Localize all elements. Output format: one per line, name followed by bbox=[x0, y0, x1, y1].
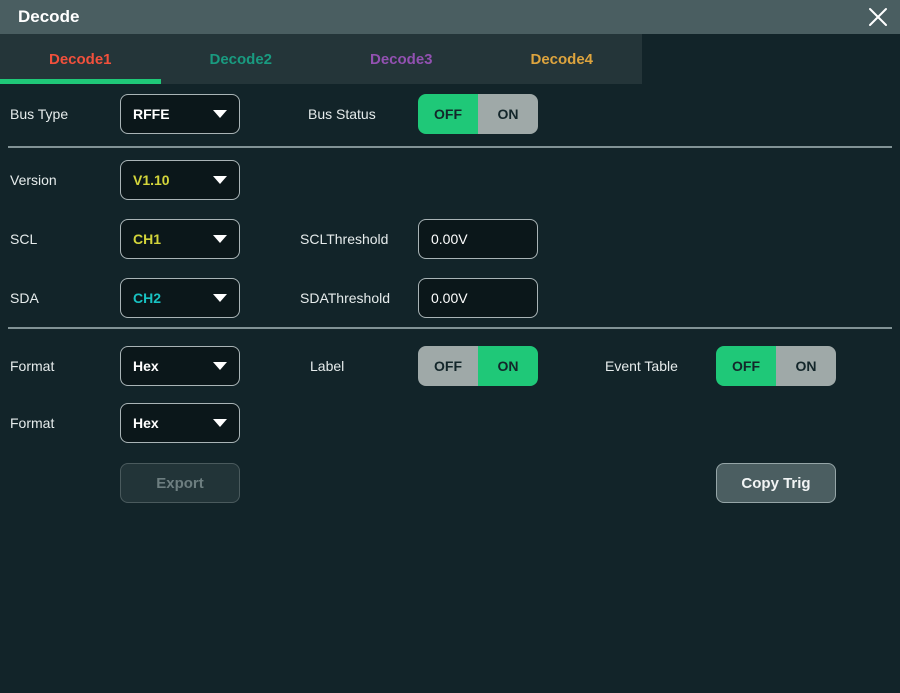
scl-value: CH1 bbox=[133, 231, 161, 247]
label-toggle-label: Label bbox=[310, 346, 344, 386]
version-value: V1.10 bbox=[133, 172, 170, 188]
scl-threshold-label: SCLThreshold bbox=[300, 219, 388, 259]
dialog-title: Decode bbox=[18, 0, 79, 34]
chevron-down-icon bbox=[213, 235, 227, 243]
event-table-label: Event Table bbox=[605, 346, 678, 386]
export-button[interactable]: Export bbox=[120, 463, 240, 503]
sda-value: CH2 bbox=[133, 290, 161, 306]
label-toggle-off[interactable]: OFF bbox=[418, 346, 478, 386]
chevron-down-icon bbox=[213, 419, 227, 427]
bus-type-dropdown[interactable]: RFFE bbox=[120, 94, 240, 134]
bus-status-toggle: OFF ON bbox=[418, 94, 538, 134]
version-label: Version bbox=[10, 160, 57, 200]
tab-decode4[interactable]: Decode4 bbox=[482, 34, 643, 84]
divider bbox=[8, 146, 892, 148]
version-dropdown[interactable]: V1.10 bbox=[120, 160, 240, 200]
sda-threshold-input[interactable] bbox=[418, 278, 538, 318]
tab-decode1-label: Decode1 bbox=[49, 51, 112, 68]
tab-decode2[interactable]: Decode2 bbox=[161, 34, 322, 84]
scl-threshold-input[interactable] bbox=[418, 219, 538, 259]
format-value: Hex bbox=[133, 358, 159, 374]
bus-status-toggle-on[interactable]: ON bbox=[478, 94, 538, 134]
active-tab-underline bbox=[0, 79, 161, 84]
tab-decode3[interactable]: Decode3 bbox=[321, 34, 482, 84]
decode-dialog: Decode Decode1 Decode2 Decode3 Decode4 B… bbox=[0, 0, 900, 693]
bus-type-value: RFFE bbox=[133, 106, 170, 122]
scl-label: SCL bbox=[10, 219, 37, 259]
tab-decode2-label: Decode2 bbox=[209, 51, 272, 68]
format-label: Format bbox=[10, 346, 54, 386]
copy-trig-button[interactable]: Copy Trig bbox=[716, 463, 836, 503]
titlebar: Decode bbox=[0, 0, 900, 34]
sda-dropdown[interactable]: CH2 bbox=[120, 278, 240, 318]
event-table-toggle-on[interactable]: ON bbox=[776, 346, 836, 386]
bus-type-label: Bus Type bbox=[10, 94, 68, 134]
chevron-down-icon bbox=[213, 176, 227, 184]
divider bbox=[8, 327, 892, 329]
tab-decode1[interactable]: Decode1 bbox=[0, 34, 161, 84]
event-table-toggle-off[interactable]: OFF bbox=[716, 346, 776, 386]
chevron-down-icon bbox=[213, 294, 227, 302]
format2-label: Format bbox=[10, 403, 54, 443]
bus-status-label: Bus Status bbox=[308, 94, 376, 134]
format2-dropdown[interactable]: Hex bbox=[120, 403, 240, 443]
label-toggle: OFF ON bbox=[418, 346, 538, 386]
event-table-toggle: OFF ON bbox=[716, 346, 836, 386]
bus-status-toggle-off[interactable]: OFF bbox=[418, 94, 478, 134]
close-icon[interactable] bbox=[864, 3, 892, 31]
format-dropdown[interactable]: Hex bbox=[120, 346, 240, 386]
scl-dropdown[interactable]: CH1 bbox=[120, 219, 240, 259]
label-toggle-on[interactable]: ON bbox=[478, 346, 538, 386]
tab-decode4-label: Decode4 bbox=[530, 51, 593, 68]
format2-value: Hex bbox=[133, 415, 159, 431]
sda-threshold-label: SDAThreshold bbox=[300, 278, 390, 318]
chevron-down-icon bbox=[213, 362, 227, 370]
chevron-down-icon bbox=[213, 110, 227, 118]
sda-label: SDA bbox=[10, 278, 39, 318]
tab-decode3-label: Decode3 bbox=[370, 51, 433, 68]
tab-strip: Decode1 Decode2 Decode3 Decode4 bbox=[0, 34, 642, 84]
